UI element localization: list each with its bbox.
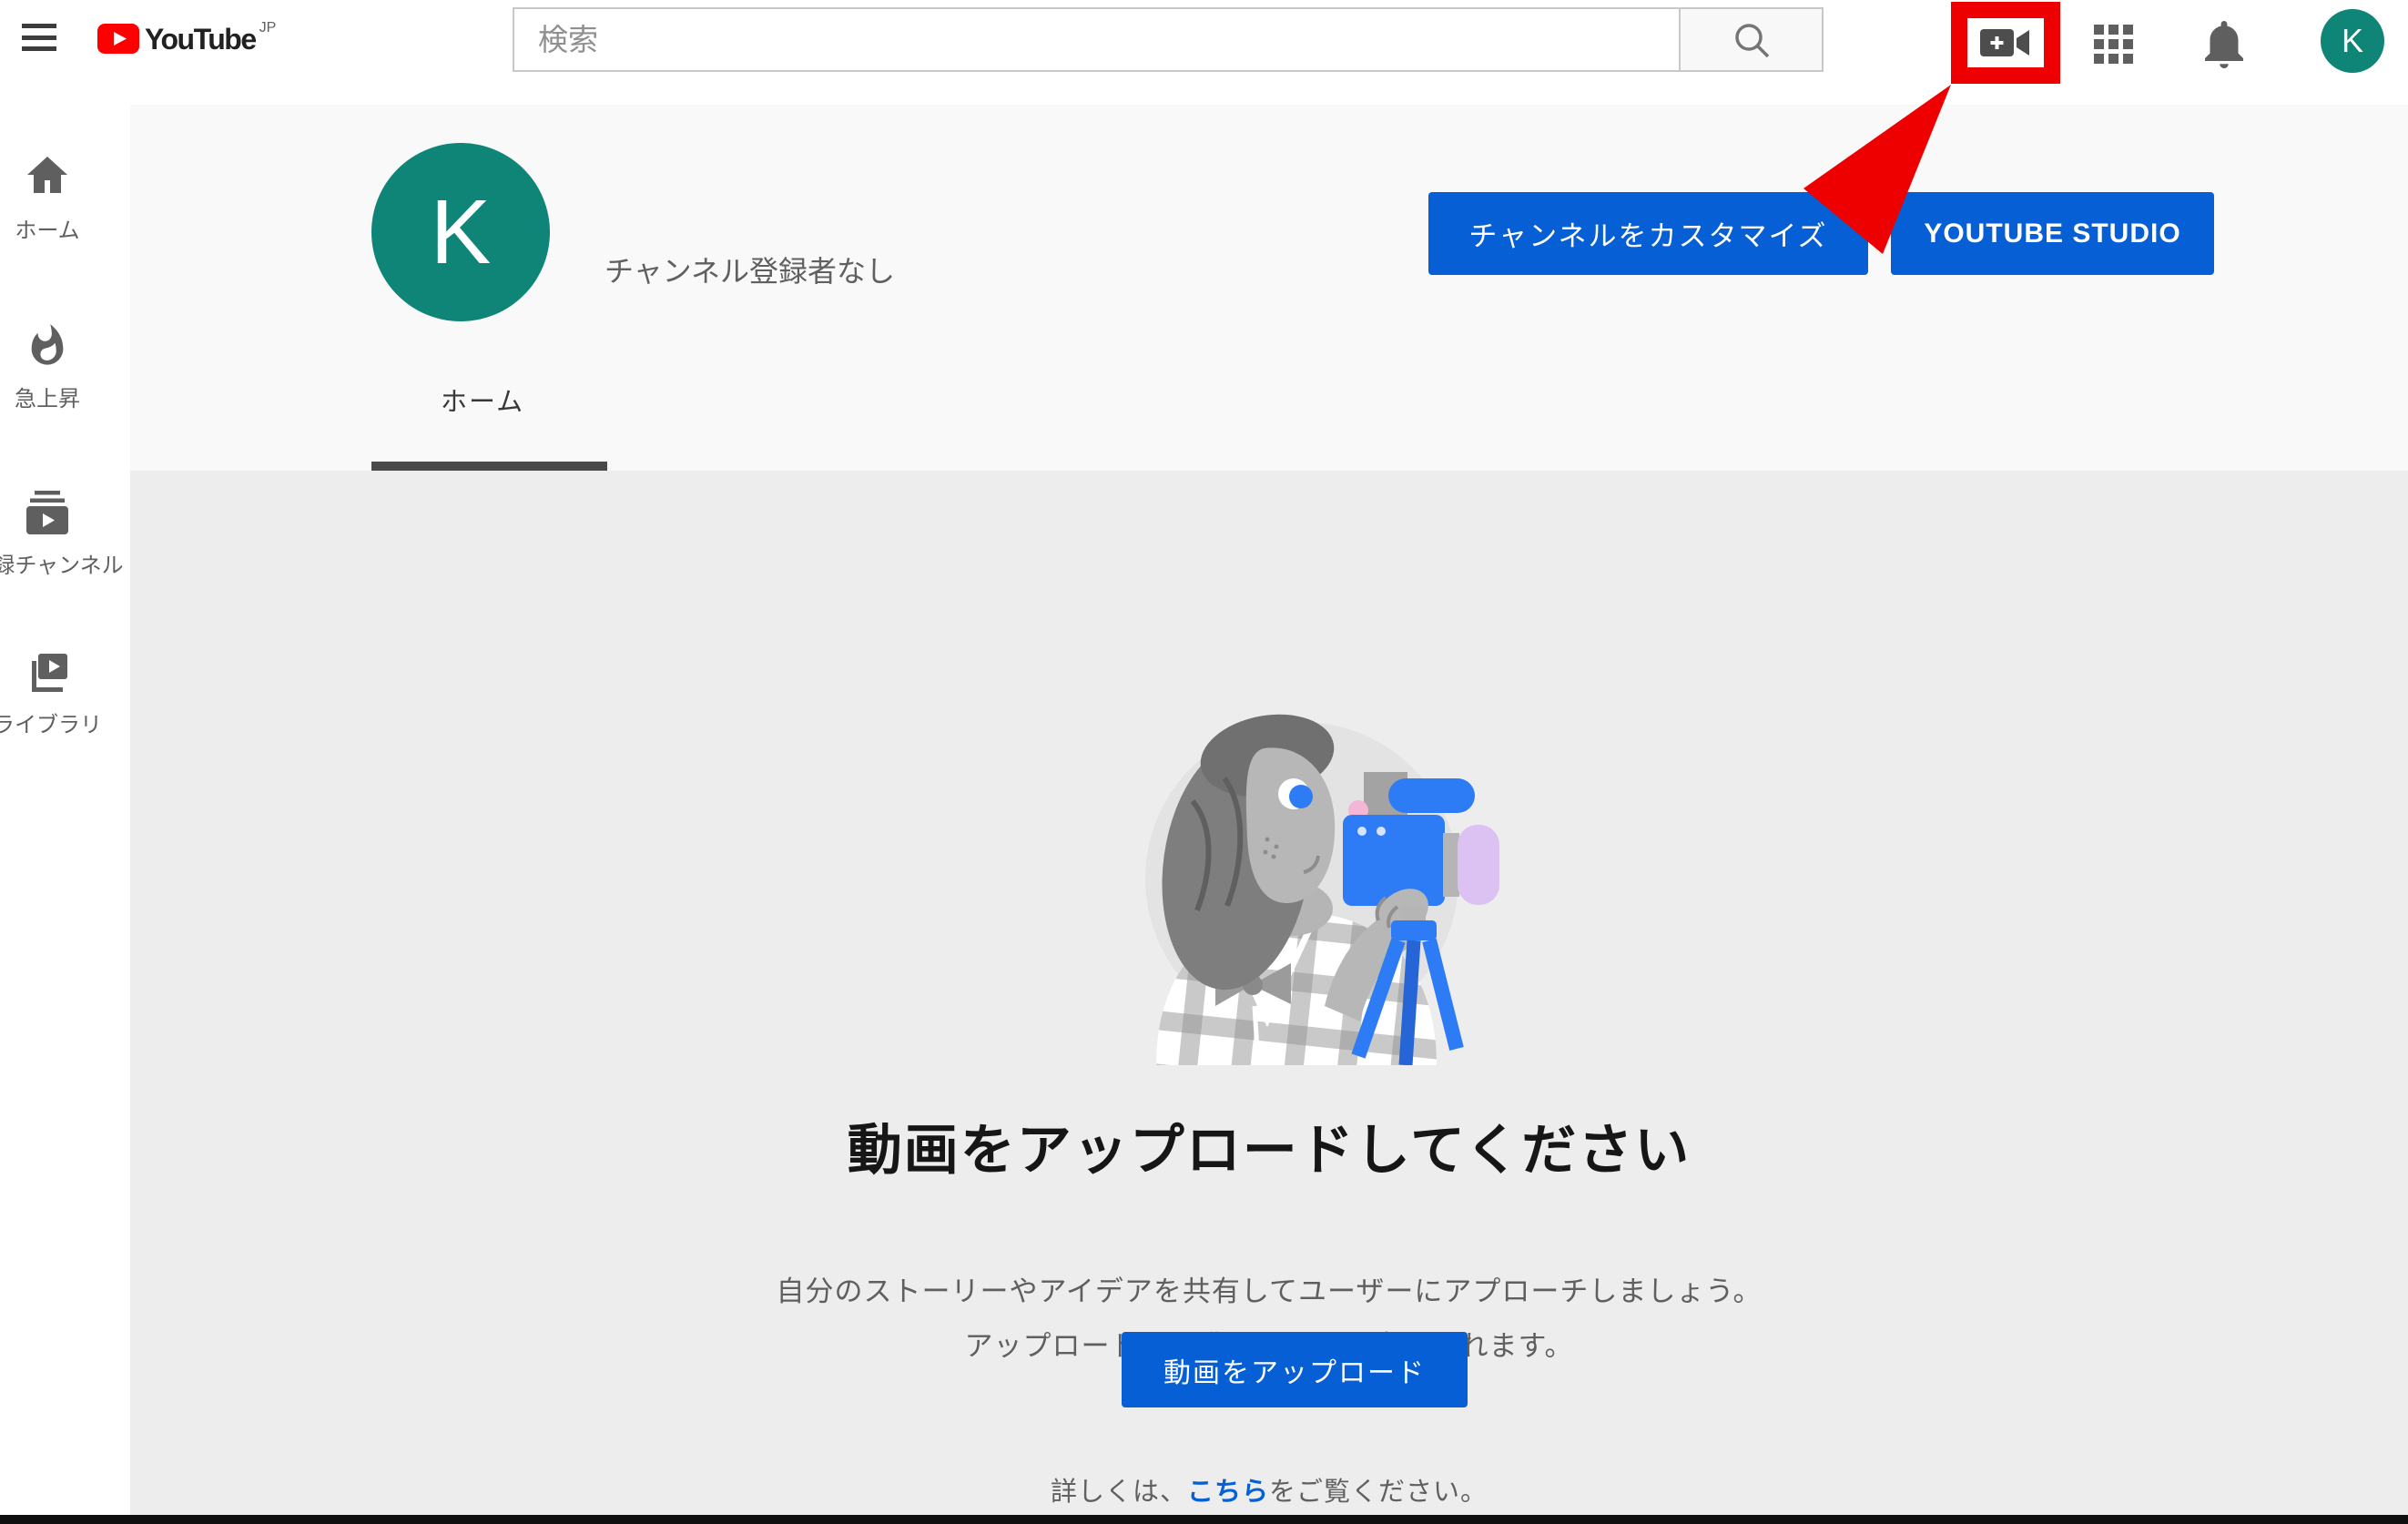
footer-prefix: 詳しくは、	[1051, 1478, 1187, 1507]
library-icon	[24, 649, 71, 696]
empty-state-title: 動画をアップロードしてください	[130, 1106, 2408, 1185]
bell-icon	[2202, 18, 2246, 69]
logo-region-code: JP	[259, 20, 277, 36]
learn-more-text: 詳しくは、こちらをご覧ください。	[130, 1470, 2408, 1509]
notifications-button[interactable]	[2202, 18, 2246, 72]
create-video-button[interactable]	[1980, 23, 2031, 63]
sidebar: ホーム 急上昇 登録チャンネル	[0, 105, 130, 1515]
channel-avatar[interactable]: K	[371, 143, 550, 321]
bottom-bar	[0, 1515, 2408, 1524]
channel-header: K チャンネル登録者なし チャンネルをカスタマイズ YOUTUBE STUDIO…	[130, 105, 2408, 471]
search-icon	[1732, 20, 1772, 60]
channel-content: 動画をアップロードしてください 自分のストーリーやアイデアを共有してユーザーにア…	[130, 471, 2408, 1515]
learn-more-link[interactable]: こちら	[1187, 1478, 1269, 1507]
apps-grid-icon	[2094, 25, 2133, 64]
description-line-1: 自分のストーリーやアイデアを共有してユーザーにアプローチしましょう。	[130, 1265, 2408, 1319]
sidebar-item-label: 急上昇	[15, 381, 80, 412]
footer-suffix: をご覧ください。	[1269, 1478, 1488, 1507]
subscriber-count: チャンネル登録者なし	[605, 249, 895, 290]
active-tab-underline	[371, 462, 607, 471]
account-avatar[interactable]: K	[2321, 9, 2384, 73]
search-input[interactable]	[513, 7, 1680, 72]
youtube-logo[interactable]: YouTube JP	[97, 22, 276, 56]
home-icon	[24, 151, 71, 198]
logo-wordmark: YouTube	[145, 22, 256, 56]
sidebar-item-home[interactable]: ホーム	[0, 105, 102, 269]
top-header: YouTube JP	[0, 0, 2408, 105]
upload-illustration	[1129, 692, 1502, 1065]
search-bar	[513, 7, 1824, 72]
search-button[interactable]	[1680, 7, 1824, 72]
annotation-highlight-box	[1951, 2, 2060, 84]
hamburger-menu-icon[interactable]	[22, 24, 56, 51]
tab-home[interactable]: ホーム	[441, 381, 524, 419]
youtube-play-icon	[97, 24, 139, 54]
youtube-channel-page: YouTube JP	[0, 0, 2408, 1524]
apps-grid-button[interactable]	[2094, 25, 2133, 66]
youtube-studio-button[interactable]: YOUTUBE STUDIO	[1891, 192, 2214, 275]
customize-channel-button[interactable]: チャンネルをカスタマイズ	[1428, 192, 1868, 275]
create-video-icon	[1980, 23, 2031, 63]
sidebar-item-label: ライブラリ	[0, 706, 102, 738]
sidebar-item-label: ホーム	[15, 212, 79, 244]
subscriptions-icon	[24, 489, 71, 536]
trending-icon	[24, 322, 71, 370]
upload-video-button[interactable]: 動画をアップロード	[1122, 1332, 1468, 1407]
sidebar-item-label: 登録チャンネル	[0, 547, 124, 579]
